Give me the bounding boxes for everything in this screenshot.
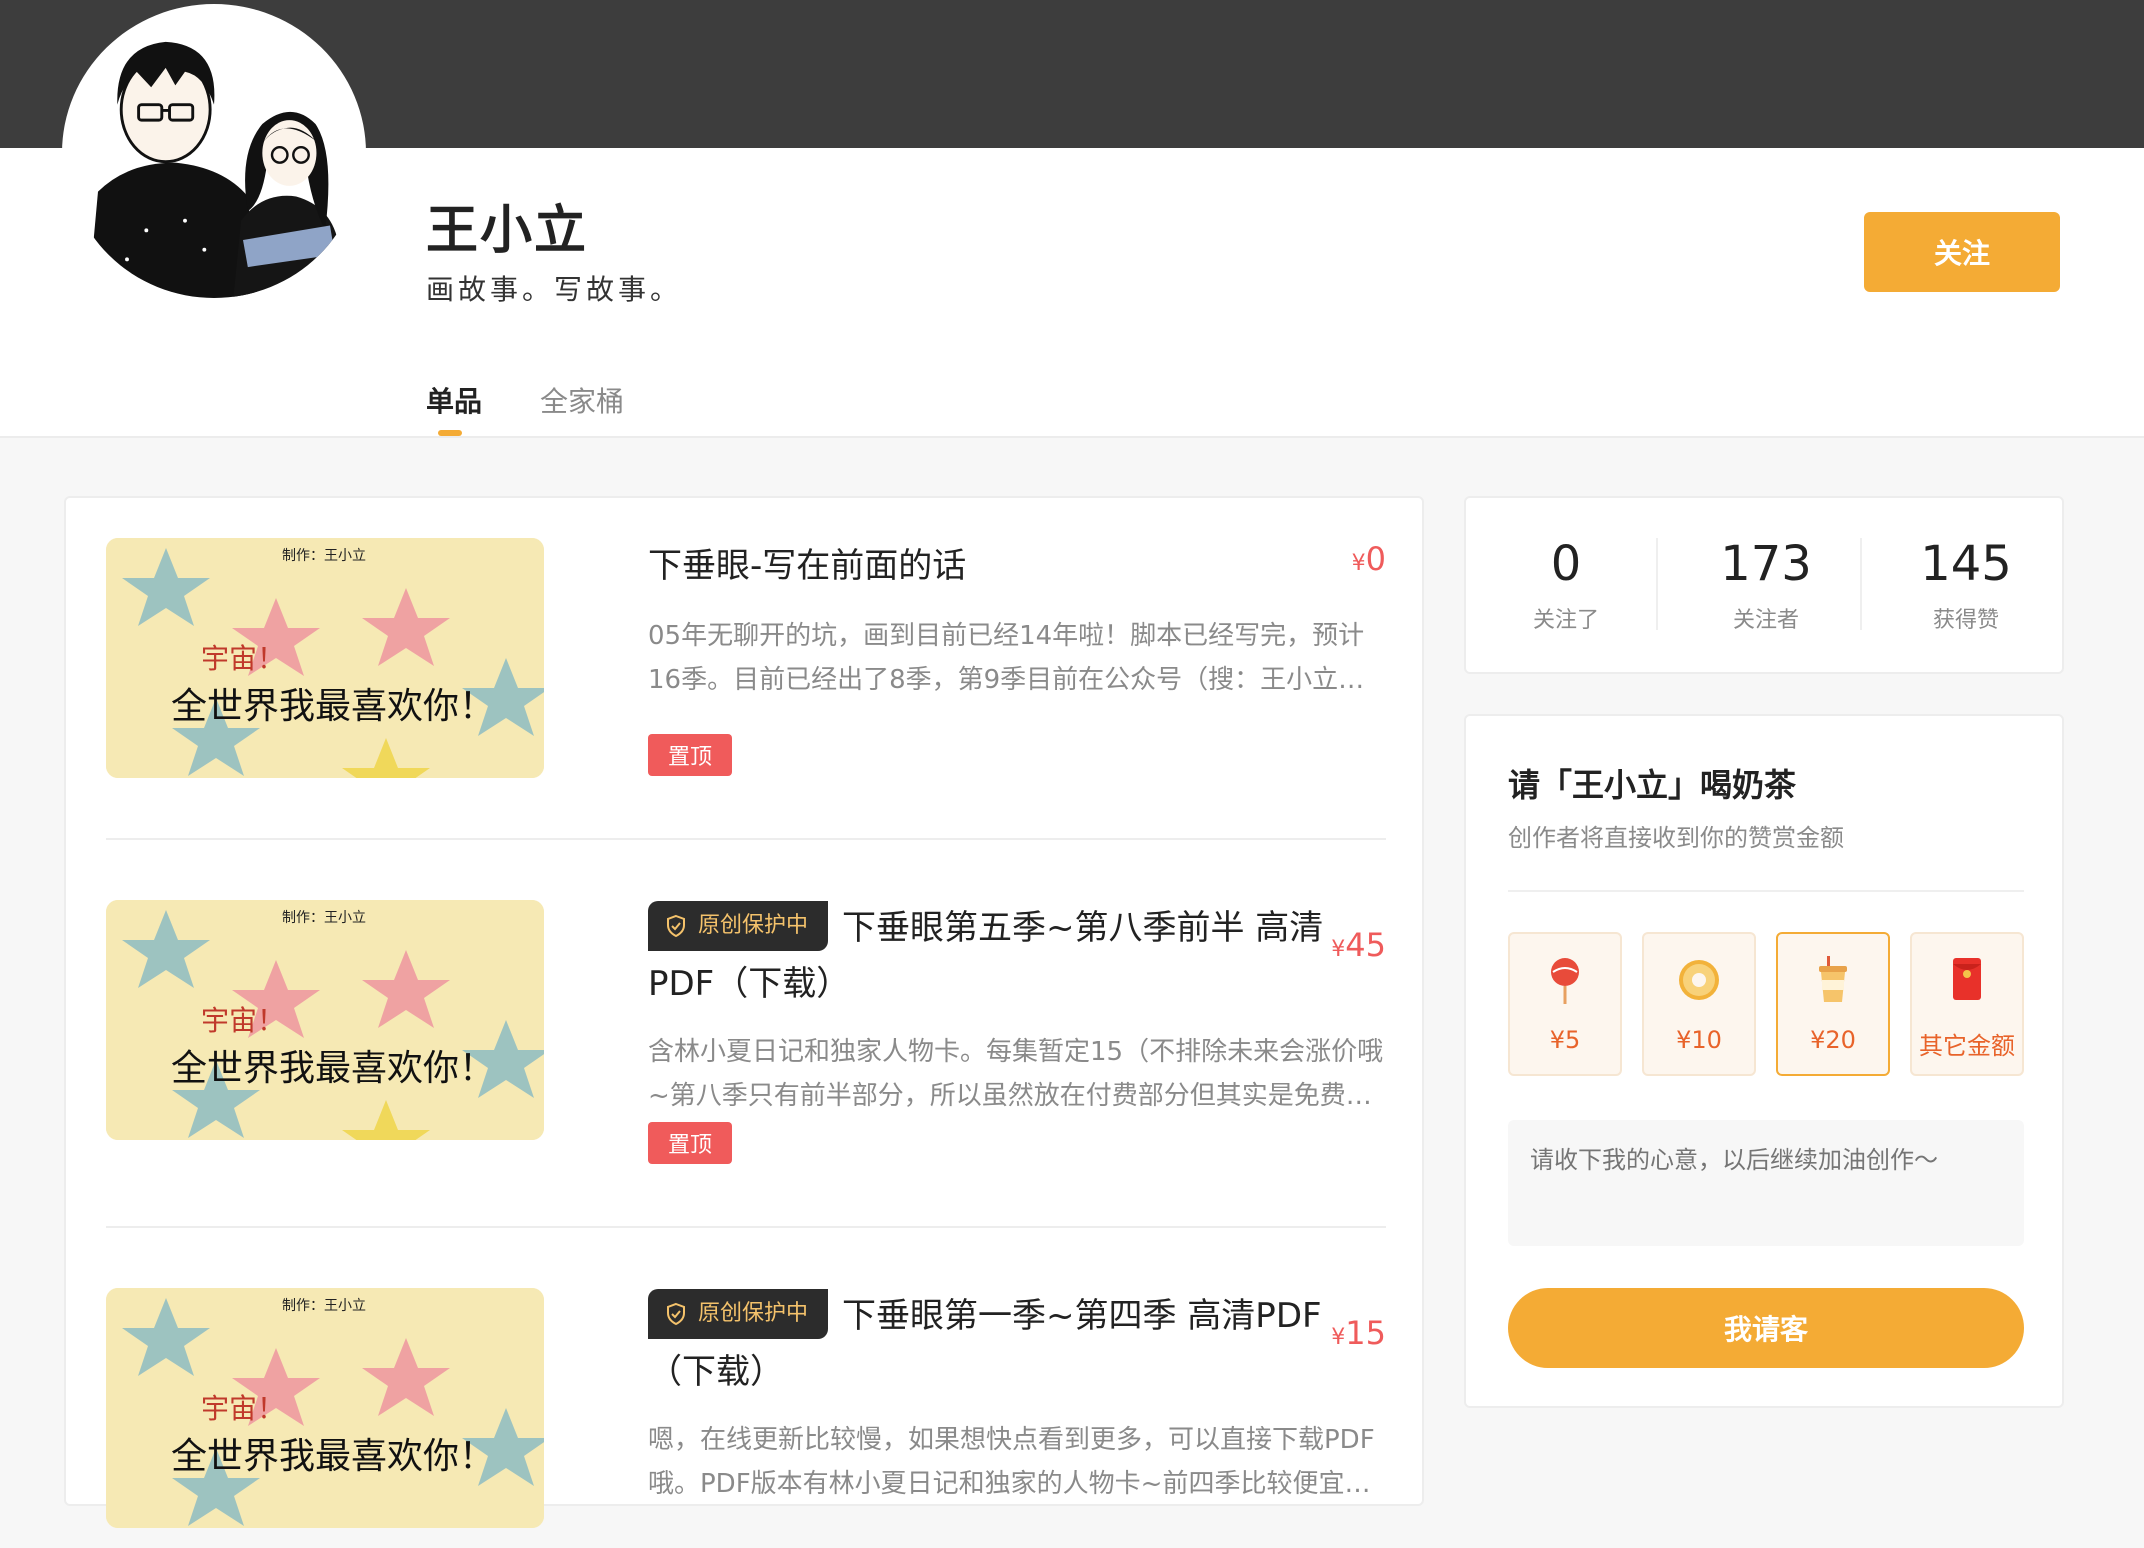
tab-single-items[interactable]: 单品 (426, 380, 482, 420)
thumbnail-line1: 宇宙！ (201, 1392, 285, 1425)
thumbnail-line1: 宇宙！ (201, 1004, 285, 1037)
stat-divider (1656, 538, 1658, 630)
follow-button[interactable]: 关注 (1864, 212, 2060, 292)
red-envelope-icon (1953, 958, 1981, 1000)
thumbnail-credit: 制作：王小立 (282, 548, 366, 564)
tip-divider (1508, 890, 2024, 892)
amount-label: ¥5 (1549, 1026, 1581, 1054)
item-description: 含林小夏日记和独家人物卡。每集暂定15（不排除未来会涨价哦~第八季只有前半部分，… (648, 1037, 1384, 1111)
stat-label: 获得赞 (1932, 608, 1999, 633)
stat-value: 145 (1920, 536, 2012, 592)
thumbnail-credit: 制作：王小立 (282, 1298, 366, 1314)
list-item[interactable]: 制作：王小立 宇宙！ 全世界我最喜欢你！ 下垂眼-写在前面的话 ¥0 05年无聊… (106, 538, 1386, 838)
tip-amount-5[interactable]: ¥5 (1508, 932, 1622, 1076)
profile-name: 王小立 (426, 201, 589, 261)
item-divider (106, 1226, 1386, 1228)
lollipop-icon (1551, 958, 1579, 1004)
shield-icon (667, 1302, 685, 1325)
badge-label: 原创保护中 (698, 912, 809, 938)
tip-title: 请「王小立」喝奶茶 (1508, 766, 1797, 804)
price-value: 15 (1345, 1314, 1386, 1352)
avatar-illustration (69, 8, 359, 298)
original-protection-badge: 原创保护中 (648, 900, 829, 951)
pinned-badge: 置顶 (648, 1122, 732, 1164)
thumbnail-line2: 全世界我最喜欢你！ (171, 686, 495, 727)
stat-value: 0 (1550, 536, 1582, 592)
shield-icon (667, 914, 685, 937)
thumbnail-line2: 全世界我最喜欢你！ (171, 1436, 495, 1477)
profile-bio: 画故事。写故事。 (426, 273, 683, 306)
item-title-text[interactable]: 下垂眼-写在前面的话 (648, 546, 966, 586)
tip-message-input[interactable] (1508, 1120, 2024, 1246)
list-item[interactable]: 制作：王小立 宇宙！ 全世界我最喜欢你！ 原创保护中 下垂眼第五季~第八季前半 … (106, 900, 1386, 1200)
product-list: 制作：王小立 宇宙！ 全世界我最喜欢你！ 下垂眼-写在前面的话 ¥0 05年无聊… (64, 496, 1424, 1528)
stat-following[interactable]: 0 关注了 (1466, 536, 1666, 634)
price-value: 0 (1365, 540, 1386, 578)
product-thumbnail[interactable]: 制作：王小立 宇宙！ 全世界我最喜欢你！ (106, 900, 544, 1140)
item-description: 05年无聊开的坑，画到目前已经14年啦！脚本已经写完，预计16季。目前已经出了8… (648, 621, 1365, 695)
product-thumbnail[interactable]: 制作：王小立 宇宙！ 全世界我最喜欢你！ (106, 1288, 544, 1528)
badge-label: 原创保护中 (698, 1300, 809, 1326)
item-description: 嗯，在线更新比较慢，如果想快点看到更多，可以直接下载PDF哦。PDF版本有林小夏… (648, 1425, 1375, 1499)
milk-tea-icon (1819, 956, 1847, 1002)
stat-divider (1860, 538, 1862, 630)
amount-label: 其它金额 (1919, 1032, 2015, 1060)
amount-label: ¥10 (1676, 1026, 1722, 1054)
item-price: ¥45 (1331, 926, 1386, 964)
stat-followers[interactable]: 173 关注者 (1666, 536, 1866, 634)
list-item[interactable]: 制作：王小立 宇宙！ 全世界我最喜欢你！ 原创保护中 下垂眼第一季~第四季 高清… (106, 1288, 1386, 1548)
tip-amount-other[interactable]: 其它金额 (1910, 932, 2024, 1076)
avatar[interactable] (62, 4, 366, 302)
item-title[interactable]: 下垂眼-写在前面的话 (648, 538, 1328, 594)
stat-label: 关注了 (1532, 608, 1599, 633)
tip-panel: 请「王小立」喝奶茶 创作者将直接收到你的赞赏金额 ¥5 ¥10 ¥20 其它金额… (1464, 714, 2064, 1408)
price-symbol: ¥ (1351, 551, 1366, 576)
thumbnail-line2: 全世界我最喜欢你！ (171, 1048, 495, 1089)
tip-subtitle: 创作者将直接收到你的赞赏金额 (1508, 824, 1844, 852)
thumbnail-art: 制作：王小立 宇宙！ 全世界我最喜欢你！ (106, 538, 544, 778)
tab-bundle[interactable]: 全家桶 (540, 380, 624, 420)
stat-value: 173 (1720, 536, 1812, 592)
stat-label: 关注者 (1732, 608, 1799, 633)
stat-likes: 145 获得赞 (1866, 536, 2066, 634)
item-price: ¥15 (1331, 1314, 1386, 1352)
item-price: ¥0 (1352, 540, 1386, 578)
price-symbol: ¥ (1331, 1325, 1346, 1350)
tip-amount-10[interactable]: ¥10 (1642, 932, 1756, 1076)
price-symbol: ¥ (1331, 937, 1346, 962)
original-protection-badge: 原创保护中 (648, 1288, 829, 1339)
item-divider (106, 838, 1386, 840)
pinned-badge: 置顶 (648, 734, 732, 776)
donut-icon (1679, 960, 1719, 1000)
item-title[interactable]: 原创保护中 下垂眼第一季~第四季 高清PDF（下载） (648, 1288, 1328, 1400)
tab-active-indicator (438, 430, 462, 436)
tip-amount-20[interactable]: ¥20 (1776, 932, 1890, 1076)
treat-button[interactable]: 我请客 (1508, 1288, 2024, 1368)
thumbnail-art: 制作：王小立 宇宙！ 全世界我最喜欢你！ (106, 900, 544, 1140)
amount-label: ¥20 (1810, 1026, 1856, 1054)
price-value: 45 (1345, 926, 1386, 964)
stats-panel: 0 关注了 173 关注者 145 获得赞 (1464, 496, 2064, 674)
thumbnail-credit: 制作：王小立 (282, 910, 366, 926)
thumbnail-art: 制作：王小立 宇宙！ 全世界我最喜欢你！ (106, 1288, 544, 1528)
thumbnail-line1: 宇宙！ (201, 642, 285, 675)
item-title[interactable]: 原创保护中 下垂眼第五季~第八季前半 高清PDF（下载） (648, 900, 1328, 1012)
product-thumbnail[interactable]: 制作：王小立 宇宙！ 全世界我最喜欢你！ (106, 538, 544, 778)
